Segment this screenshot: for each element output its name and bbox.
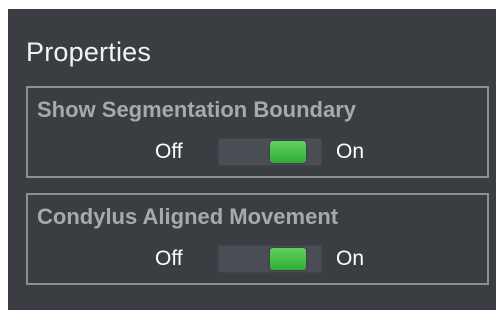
setting-label: Condylus Aligned Movement (37, 204, 339, 229)
toggle-knob[interactable] (270, 141, 306, 163)
condylus-aligned-movement-toggle[interactable] (218, 245, 322, 273)
off-label: Off (155, 247, 183, 270)
panel-title: Properties (26, 37, 152, 67)
toggle-row: Off On (28, 134, 487, 168)
setting-show-segmentation-boundary: Show Segmentation Boundary Off On (26, 86, 489, 178)
toggle-knob[interactable] (270, 248, 306, 270)
toggle-row: Off On (28, 241, 487, 275)
on-label: On (336, 140, 365, 163)
properties-panel: Properties Show Segmentation Boundary Of… (8, 9, 496, 310)
on-label: On (336, 247, 365, 270)
setting-condylus-aligned-movement: Condylus Aligned Movement Off On (26, 193, 489, 285)
segmentation-boundary-toggle[interactable] (218, 138, 322, 166)
setting-label: Show Segmentation Boundary (37, 97, 357, 122)
off-label: Off (155, 140, 183, 163)
